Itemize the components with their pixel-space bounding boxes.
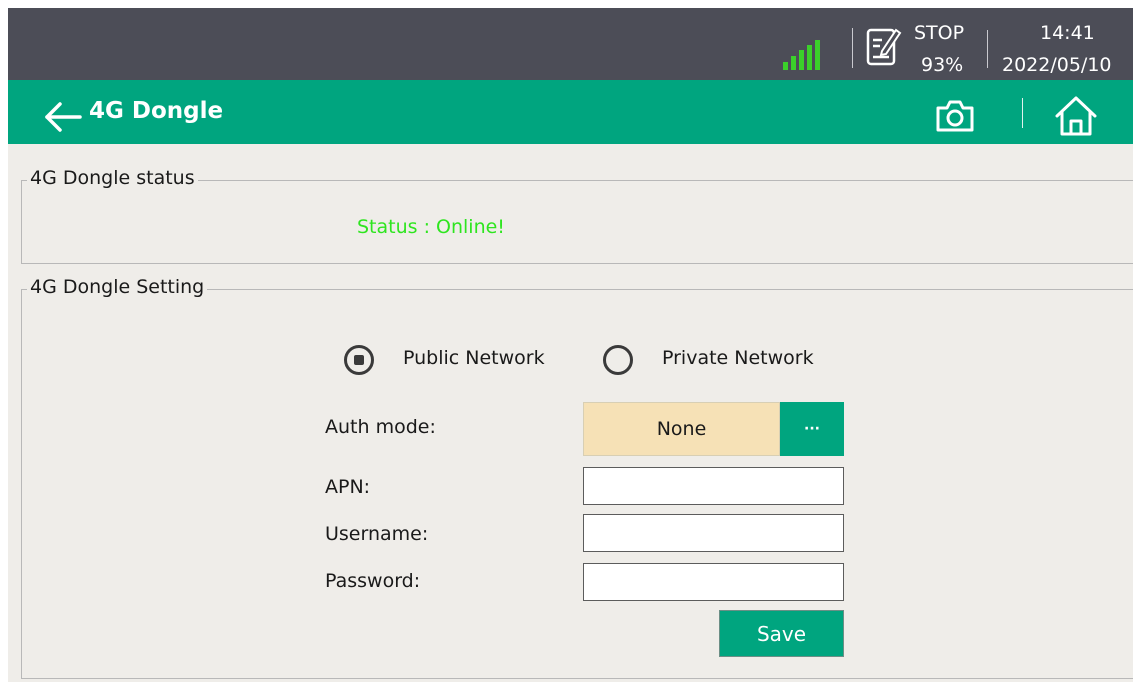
home-icon[interactable] [1054, 95, 1098, 137]
private-network-label: Private Network [662, 347, 814, 369]
document-edit-icon [866, 28, 902, 66]
run-mode-text: STOP [914, 22, 965, 44]
private-network-radio[interactable] [603, 345, 633, 375]
radio-selected-dot [354, 355, 364, 365]
auth-mode-select[interactable]: None [583, 402, 780, 456]
battery-text: 93% [921, 54, 964, 76]
clock-date: 2022/05/10 [1002, 54, 1112, 76]
auth-mode-more-button[interactable]: ··· [780, 402, 844, 456]
title-separator [1022, 98, 1023, 128]
username-label: Username: [325, 523, 429, 545]
status-separator [987, 30, 988, 68]
apn-input[interactable] [583, 467, 844, 505]
auth-mode-label: Auth mode: [325, 416, 436, 438]
title-bar: 4G Dongle [8, 80, 1133, 144]
setting-group-legend: 4G Dongle Setting [27, 276, 208, 298]
password-input[interactable] [583, 563, 844, 601]
screen: STOP 93% 14:41 2022/05/10 4G Dongle 4G D… [8, 8, 1133, 682]
status-bar: STOP 93% 14:41 2022/05/10 [8, 8, 1133, 80]
status-group: 4G Dongle status Status : Online! [21, 167, 1133, 264]
arrow-left-icon[interactable] [44, 102, 82, 132]
page-title: 4G Dongle [89, 98, 224, 124]
clock-time: 14:41 [1040, 22, 1095, 44]
auth-mode-value: None [656, 418, 707, 440]
signal-bars-icon [783, 40, 820, 70]
public-network-label: Public Network [403, 347, 545, 369]
public-network-radio[interactable] [344, 345, 374, 375]
camera-icon[interactable] [935, 99, 975, 133]
password-label: Password: [325, 570, 421, 592]
status-separator [852, 28, 853, 68]
setting-group: 4G Dongle Setting Public Network Private… [21, 276, 1133, 679]
username-input[interactable] [583, 514, 844, 552]
save-button[interactable]: Save [719, 610, 844, 657]
connection-status-text: Status : Online! [357, 216, 505, 238]
apn-label: APN: [325, 476, 371, 498]
status-group-legend: 4G Dongle status [27, 167, 198, 189]
